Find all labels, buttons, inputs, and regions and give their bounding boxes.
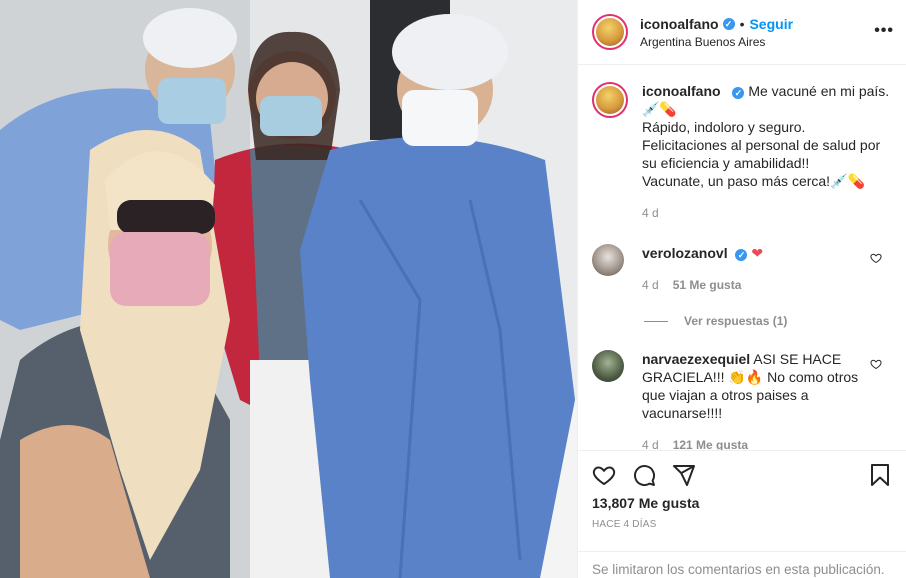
post-actions: 13,807 Me gusta HACE 4 DÍAS Se limitaron…: [578, 450, 906, 578]
caption-line-5: Vacunate, un paso más cerca!💉💊: [642, 173, 865, 189]
verified-badge-icon: ✓: [735, 249, 748, 261]
caption-avatar-image: [596, 86, 624, 114]
save-bookmark-icon[interactable]: [868, 463, 892, 487]
comment-likes[interactable]: 51 Me gusta: [673, 276, 742, 294]
commenter-username[interactable]: narvaezexequiel: [642, 351, 750, 367]
like-count[interactable]: 13,807 Me gusta: [592, 495, 892, 511]
caption-avatar[interactable]: [592, 82, 628, 118]
commenter-username[interactable]: verolozanovl: [642, 245, 728, 261]
author-avatar[interactable]: [592, 14, 628, 50]
like-heart-icon[interactable]: [592, 463, 616, 487]
caption-line-1: Me vacuné en mi país.: [748, 83, 890, 99]
comment-like-heart-icon[interactable]: [870, 252, 882, 264]
post-age[interactable]: HACE 4 DÍAS: [592, 519, 892, 530]
comment-item: narvaezexequiel ASI SE HACE GRACIELA!!! …: [592, 350, 892, 450]
instagram-post: iconoalfano ✓ • Seguir Argentina Buenos …: [0, 0, 906, 578]
caption-line-2: 💉💊: [642, 101, 677, 117]
comment-body: narvaezexequiel ASI SE HACE GRACIELA!!! …: [642, 350, 892, 450]
comment-bubble-icon[interactable]: [632, 463, 656, 487]
share-paper-plane-icon[interactable]: [672, 463, 696, 487]
caption-time[interactable]: 4 d: [642, 204, 892, 222]
caption-line-3: Rápido, indoloro y seguro.: [642, 119, 806, 135]
caption-username[interactable]: iconoalfano: [642, 83, 721, 99]
post-photo[interactable]: [0, 0, 577, 578]
action-icons: [592, 451, 892, 499]
comments-section[interactable]: iconoalfano ✓ Me vacuné en mi país. 💉💊 R…: [578, 66, 906, 450]
commenter-avatar[interactable]: [592, 350, 624, 382]
author-avatar-image: [596, 18, 624, 46]
comment-meta: 4 d 51 Me gusta: [642, 276, 868, 294]
replies-divider: [644, 320, 668, 322]
comments-limited-notice: Se limitaron los comentarios en esta pub…: [578, 551, 906, 577]
comment-meta: 4 d 121 Me gusta: [642, 436, 868, 450]
header-text: iconoalfano ✓ • Seguir Argentina Buenos …: [640, 16, 793, 49]
commenter-avatar[interactable]: [592, 244, 624, 276]
comment-item: verolozanovl ✓ ❤ 4 d 51 Me gusta: [592, 244, 892, 294]
comment-likes[interactable]: 121 Me gusta: [673, 436, 748, 450]
vaccination-photo: [0, 0, 577, 578]
comment-like-heart-icon[interactable]: [870, 358, 882, 370]
verified-badge-icon: ✓: [722, 17, 735, 30]
caption: iconoalfano ✓ Me vacuné en mi país. 💉💊 R…: [592, 82, 892, 222]
caption-line-4: Felicitaciones al personal de salud por …: [642, 137, 881, 171]
comment-time[interactable]: 4 d: [642, 276, 659, 294]
view-replies-button[interactable]: Ver respuestas (1): [644, 314, 892, 328]
post-side-panel: iconoalfano ✓ • Seguir Argentina Buenos …: [577, 0, 906, 578]
verified-badge-icon: ✓: [732, 87, 745, 99]
post-header: iconoalfano ✓ • Seguir Argentina Buenos …: [578, 0, 906, 65]
caption-body: iconoalfano ✓ Me vacuné en mi país. 💉💊 R…: [642, 82, 892, 222]
post-location[interactable]: Argentina Buenos Aires: [640, 35, 793, 49]
comment-time[interactable]: 4 d: [642, 436, 659, 450]
author-username[interactable]: iconoalfano: [640, 16, 719, 32]
comment-text: ❤: [751, 245, 764, 261]
more-options-icon[interactable]: •••: [874, 22, 894, 40]
follow-button[interactable]: Seguir: [749, 16, 793, 32]
dot-separator: •: [739, 15, 745, 32]
comment-body: verolozanovl ✓ ❤ 4 d 51 Me gusta: [642, 244, 892, 294]
header-row: iconoalfano ✓ • Seguir: [640, 16, 793, 32]
view-replies-label: Ver respuestas (1): [684, 314, 788, 328]
